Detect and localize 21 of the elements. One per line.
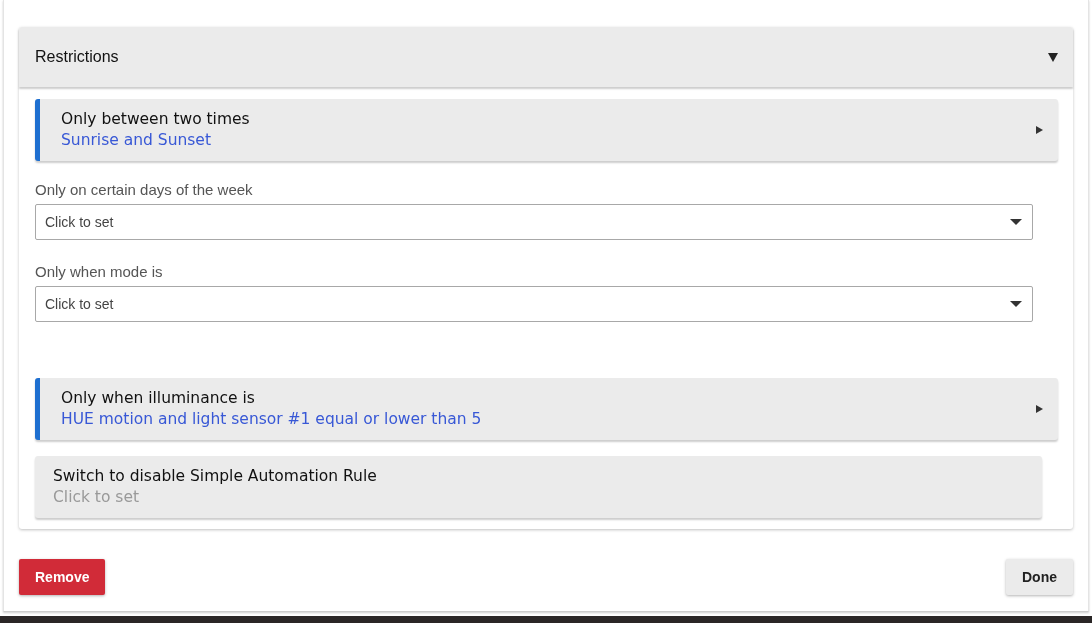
section-header[interactable]: Restrictions — [19, 27, 1073, 87]
setting-value: HUE motion and light sensor #1 equal or lower than 5 — [61, 409, 482, 430]
setting-card[interactable]: Only when illuminance is HUE motion and light sensor #1 equal or lower than 5 — [35, 378, 1058, 440]
setting-card[interactable]: Switch to disable Simple Automation Rule Click to set — [35, 456, 1042, 518]
setting-value: Sunrise and Sunset — [61, 130, 212, 151]
dropdown-field[interactable]: Click to set — [35, 286, 1033, 322]
setting-title: Only when illuminance is — [61, 388, 256, 409]
dropdown-field[interactable]: Click to set — [35, 204, 1033, 240]
setting-title: Switch to disable Simple Automation Rule — [53, 466, 377, 487]
expand-triangle-icon — [1036, 126, 1043, 134]
setting-card[interactable]: Only between two times Sunrise and Sunset — [35, 99, 1058, 161]
caret-icon — [1010, 301, 1022, 307]
remove-button[interactable]: Remove — [19, 559, 106, 595]
expand-triangle-icon — [1036, 405, 1043, 413]
done-button[interactable]: Done — [1006, 559, 1073, 595]
section-title: Restrictions — [35, 48, 119, 66]
caret-icon — [1010, 219, 1022, 225]
setting-title: Only between two times — [61, 109, 250, 130]
setting-value: Click to set — [53, 487, 141, 508]
field-label: Only when mode is — [35, 263, 164, 280]
field-label: Only on certain days of the week — [35, 181, 254, 198]
